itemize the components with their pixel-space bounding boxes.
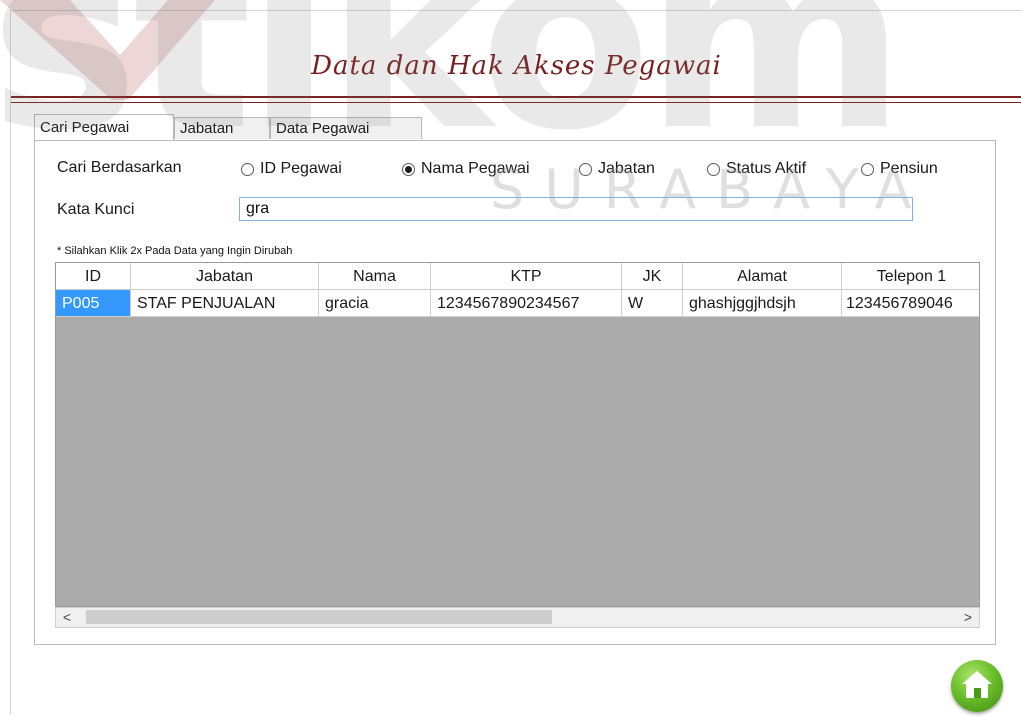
radio-id-pegawai[interactable]: ID Pegawai [241, 160, 342, 178]
table-row[interactable]: P005 STAF PENJUALAN gracia 1234567890234… [56, 290, 979, 317]
tab-jabatan[interactable]: Jabatan [174, 117, 270, 139]
radio-nama-pegawai[interactable]: Nama Pegawai [402, 160, 530, 178]
radio-circle [241, 162, 254, 176]
home-button[interactable] [951, 660, 1003, 712]
column-header-nama[interactable]: Nama [319, 263, 431, 290]
grid-header-row: ID Jabatan Nama KTP JK Alamat Telepon 1 [56, 263, 979, 290]
header-divider-bottom [11, 102, 1021, 103]
tab-data-pegawai[interactable]: Data Pegawai [270, 117, 422, 139]
cell-ktp[interactable]: 1234567890234567 [431, 290, 622, 317]
home-icon [962, 671, 992, 698]
column-header-alamat[interactable]: Alamat [683, 263, 842, 290]
cell-jk[interactable]: W [622, 290, 683, 317]
radio-circle [579, 162, 592, 176]
cell-id[interactable]: P005 [56, 290, 131, 317]
keyword-input[interactable] [239, 197, 913, 221]
radio-status-aktif[interactable]: Status Aktif [707, 160, 806, 178]
radio-pensiun[interactable]: Pensiun [861, 160, 938, 178]
cell-telepon-1[interactable]: 123456789046 [842, 290, 979, 317]
radio-circle [861, 162, 874, 176]
search-by-label: Cari Berdasarkan [57, 159, 182, 176]
page-title: Data dan Hak Akses Pegawai [311, 51, 722, 81]
column-header-ktp[interactable]: KTP [431, 263, 622, 290]
column-header-jk[interactable]: JK [622, 263, 683, 290]
column-header-id[interactable]: ID [56, 263, 131, 290]
edit-hint-note: * Silahkan Klik 2x Pada Data yang Ingin … [57, 245, 293, 257]
search-panel: Cari Berdasarkan ID Pegawai Nama Pegawai… [34, 140, 996, 645]
column-header-telepon-1[interactable]: Telepon 1 [842, 263, 979, 290]
header-divider-top [11, 96, 1021, 98]
radio-label: Jabatan [598, 160, 655, 177]
radio-circle [707, 162, 720, 176]
tab-cari-pegawai[interactable]: Cari Pegawai [34, 114, 174, 140]
radio-jabatan[interactable]: Jabatan [579, 160, 655, 178]
horizontal-scrollbar[interactable]: < > [55, 607, 980, 628]
radio-label: Status Aktif [726, 160, 807, 177]
cell-jabatan[interactable]: STAF PENJUALAN [131, 290, 319, 317]
radio-label: ID Pegawai [260, 160, 342, 177]
radio-circle-selected [402, 162, 415, 176]
keyword-label: Kata Kunci [57, 201, 135, 218]
employee-data-grid[interactable]: ID Jabatan Nama KTP JK Alamat Telepon 1 … [55, 262, 980, 607]
scroll-right-button[interactable]: > [959, 608, 977, 627]
column-header-jabatan[interactable]: Jabatan [131, 263, 319, 290]
scroll-left-button[interactable]: < [58, 608, 76, 627]
radio-label: Nama Pegawai [421, 160, 530, 177]
cell-nama[interactable]: gracia [319, 290, 431, 317]
scrollbar-thumb[interactable] [86, 610, 552, 624]
radio-label: Pensiun [880, 160, 938, 177]
cell-alamat[interactable]: ghashjggjhdsjh [683, 290, 842, 317]
